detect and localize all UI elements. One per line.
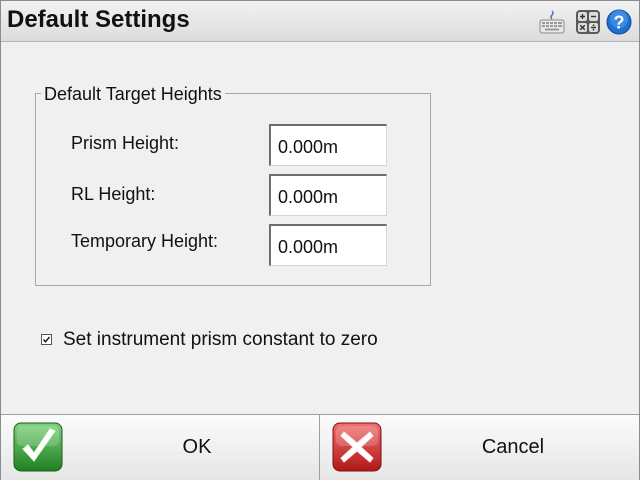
calculator-icon[interactable]: [575, 9, 601, 35]
rl-height-input[interactable]: [269, 174, 387, 216]
checkmark-icon: [13, 422, 63, 472]
prism-constant-checkbox[interactable]: [41, 334, 52, 345]
group-legend: Default Target Heights: [41, 84, 225, 105]
settings-window: Default Settings ? Default Target Height…: [0, 0, 640, 480]
button-bar: OK Cancel: [1, 414, 639, 480]
title-bar: Default Settings ?: [1, 1, 639, 42]
rl-height-label: RL Height:: [71, 184, 156, 204]
keyboard-icon[interactable]: [539, 9, 565, 35]
ok-label: OK: [182, 436, 212, 458]
cancel-button[interactable]: Cancel: [320, 415, 639, 480]
svg-text:?: ?: [614, 13, 625, 33]
close-icon: [332, 422, 382, 472]
prism-height-input[interactable]: [269, 124, 387, 166]
prism-constant-label[interactable]: Set instrument prism constant to zero: [63, 329, 378, 351]
temporary-height-input[interactable]: [269, 224, 387, 266]
ok-button[interactable]: OK: [1, 415, 320, 480]
cancel-label: Cancel: [481, 436, 545, 458]
help-icon[interactable]: ?: [606, 9, 632, 35]
checkmark-icon: [42, 336, 51, 343]
prism-height-label: Prism Height:: [71, 133, 180, 153]
page-title: Default Settings: [7, 6, 190, 33]
temporary-height-label: Temporary Height:: [71, 231, 219, 251]
